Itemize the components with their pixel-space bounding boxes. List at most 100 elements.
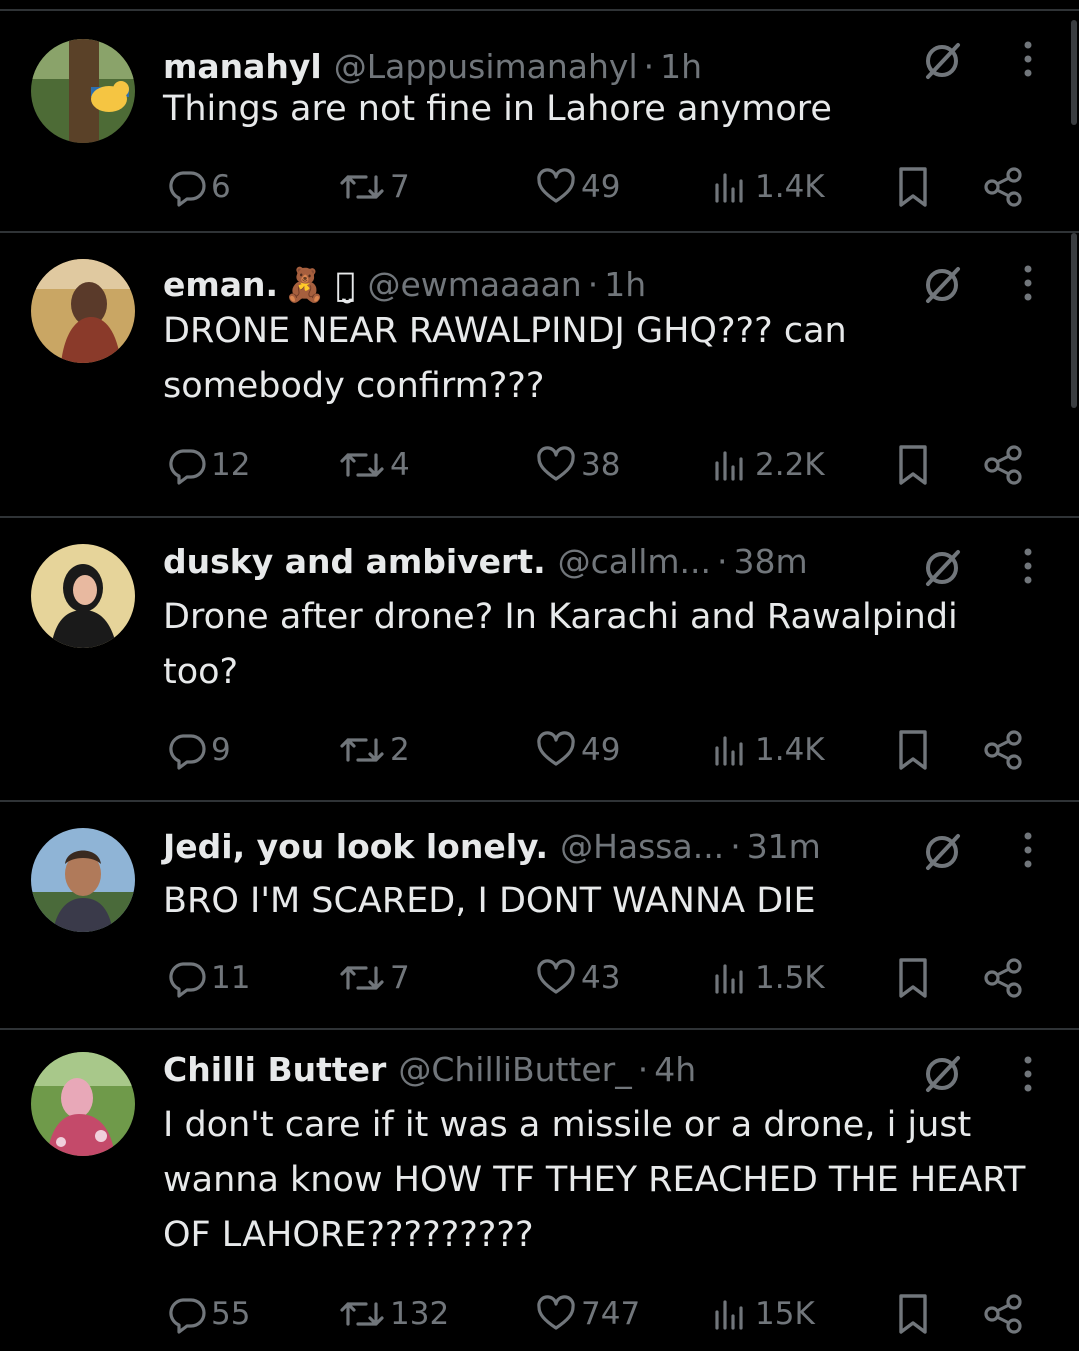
more-icon[interactable]	[1020, 39, 1036, 79]
bookmark-icon	[899, 1294, 927, 1334]
user-handle[interactable]: @Lappusimanahyl	[334, 47, 638, 87]
timestamp[interactable]: 38m	[733, 542, 807, 582]
like-button[interactable]: 38	[535, 440, 620, 490]
bookmark-icon	[899, 958, 927, 998]
more-icon[interactable]	[1020, 830, 1036, 870]
reply-icon	[169, 962, 206, 998]
repost-count: 2	[390, 732, 410, 768]
grok-icon[interactable]	[920, 1052, 964, 1096]
grok-icon[interactable]	[920, 39, 964, 83]
repost-count: 7	[390, 960, 410, 996]
share-button[interactable]	[981, 162, 1025, 212]
bookmark-icon	[899, 445, 927, 485]
repost-button[interactable]: 7	[338, 953, 410, 1003]
tweet[interactable]: eman. 🧸 ꪔ̤̮ @ewmaaaan · 1h DRONE NEAR RA…	[0, 233, 1079, 518]
bookmark-button[interactable]	[893, 440, 933, 490]
bookmark-button[interactable]	[893, 162, 933, 212]
avatar[interactable]	[31, 39, 135, 143]
reply-button[interactable]: 55	[167, 1289, 250, 1339]
tweet[interactable]: Chilli Butter @ChilliButter_ · 4h I don'…	[0, 1030, 1079, 1351]
avatar[interactable]	[31, 544, 135, 648]
reply-button[interactable]: 6	[167, 162, 231, 212]
repost-count: 132	[390, 1296, 450, 1332]
heart-icon	[537, 959, 575, 994]
avatar[interactable]	[31, 259, 135, 363]
like-button[interactable]: 49	[535, 162, 620, 212]
separator-dot: ·	[643, 47, 655, 86]
display-name[interactable]: Jedi, you look lonely.	[163, 827, 548, 867]
like-count: 38	[581, 447, 621, 483]
user-handle[interactable]: @callm...	[558, 542, 711, 582]
tweet-text: Things are not fine in Lahore anymore	[163, 89, 832, 129]
views-button[interactable]: 1.5K	[711, 953, 825, 1003]
heart-icon	[537, 446, 575, 481]
views-button[interactable]: 15K	[711, 1289, 815, 1339]
display-name[interactable]: eman.	[163, 265, 278, 305]
heart-icon	[537, 731, 575, 766]
like-button[interactable]: 43	[535, 953, 620, 1003]
avatar[interactable]	[31, 828, 135, 932]
like-button[interactable]: 747	[535, 1289, 640, 1339]
bookmark-icon	[899, 730, 927, 770]
tweet[interactable]: Jedi, you look lonely. @Hassa... · 31m B…	[0, 802, 1079, 1030]
user-handle[interactable]: @ewmaaaan	[367, 265, 581, 305]
reply-button[interactable]: 9	[167, 725, 231, 775]
repost-icon	[340, 453, 384, 477]
display-name[interactable]: Chilli Butter	[163, 1050, 386, 1090]
grok-icon[interactable]	[920, 263, 964, 307]
more-icon[interactable]	[1020, 1054, 1036, 1094]
tweet-text: I don't care if it was a missile or a dr…	[163, 1105, 1026, 1255]
timestamp[interactable]: 1h	[660, 47, 702, 87]
user-handle[interactable]: @ChilliButter_	[398, 1050, 631, 1090]
grok-icon[interactable]	[920, 830, 964, 874]
view-count: 2.2K	[755, 447, 825, 483]
bookmark-button[interactable]	[893, 725, 933, 775]
like-button[interactable]: 49	[535, 725, 620, 775]
views-button[interactable]: 2.2K	[711, 440, 825, 490]
reply-button[interactable]: 12	[167, 440, 250, 490]
display-name[interactable]: manahyl	[163, 47, 322, 87]
views-icon	[715, 173, 743, 203]
repost-button[interactable]: 132	[338, 1289, 449, 1339]
more-icon[interactable]	[1020, 546, 1036, 586]
avatar-image	[31, 828, 135, 932]
scrollbar[interactable]	[1071, 20, 1077, 125]
tweet-header: Chilli Butter @ChilliButter_ · 4h	[163, 1050, 939, 1090]
grok-icon[interactable]	[920, 546, 964, 590]
separator-dot: ·	[730, 827, 741, 866]
heart-icon	[537, 168, 575, 203]
repost-button[interactable]: 4	[338, 440, 410, 490]
tweet[interactable]: manahyl @Lappusimanahyl · 1h Things are …	[0, 11, 1079, 233]
action-bar: 12 4 38 2.2K	[163, 440, 1043, 490]
repost-count: 4	[390, 447, 410, 483]
like-count: 49	[581, 169, 621, 205]
display-name[interactable]: dusky and ambivert.	[163, 542, 546, 582]
name-emoji-badge: 🧸 ꪔ̤̮	[284, 265, 356, 304]
repost-button[interactable]: 2	[338, 725, 410, 775]
avatar-image	[31, 259, 135, 363]
views-button[interactable]: 1.4K	[711, 162, 825, 212]
share-icon	[984, 445, 1022, 485]
more-icon[interactable]	[1020, 263, 1036, 303]
repost-button[interactable]: 7	[338, 162, 410, 212]
share-button[interactable]	[981, 725, 1025, 775]
share-button[interactable]	[981, 440, 1025, 490]
share-icon	[984, 1294, 1022, 1334]
bookmark-button[interactable]	[893, 953, 933, 1003]
action-bar: 11 7 43 1.5K	[163, 953, 1043, 1003]
timestamp[interactable]: 4h	[654, 1050, 696, 1090]
bookmark-button[interactable]	[893, 1289, 933, 1339]
share-button[interactable]	[981, 1289, 1025, 1339]
separator-dot: ·	[716, 542, 728, 581]
share-button[interactable]	[981, 953, 1025, 1003]
reply-icon	[169, 449, 206, 485]
user-handle[interactable]: @Hassa...	[560, 827, 724, 867]
reply-button[interactable]: 11	[167, 953, 250, 1003]
tweet[interactable]: dusky and ambivert. @callm... · 38m Dron…	[0, 518, 1079, 802]
views-button[interactable]: 1.4K	[711, 725, 825, 775]
action-bar: 6 7 49 1.4K	[163, 162, 1043, 212]
avatar[interactable]	[31, 1052, 135, 1156]
timestamp[interactable]: 31m	[747, 827, 821, 867]
timestamp[interactable]: 1h	[604, 265, 646, 305]
scrollbar-thumb[interactable]	[1071, 233, 1077, 408]
